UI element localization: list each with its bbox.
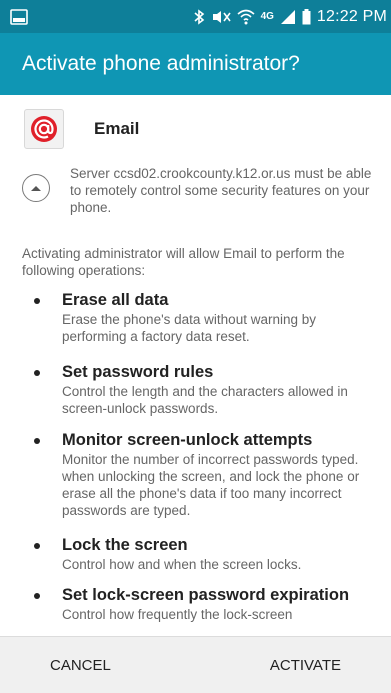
chevron-up-icon[interactable] <box>22 174 50 202</box>
mute-icon <box>211 9 231 25</box>
operation-item: Set password rules Control the length an… <box>34 363 370 417</box>
bullet-icon <box>34 298 40 304</box>
signal-icon <box>280 9 296 25</box>
app-name: Email <box>94 119 140 138</box>
operation-title: Monitor screen-unlock attempts <box>62 431 313 449</box>
operation-item: Lock the screen Control how and when the… <box>34 536 370 573</box>
operation-description: Control the length and the characters al… <box>62 384 348 416</box>
wifi-icon <box>237 9 255 25</box>
bluetooth-icon <box>193 8 205 25</box>
dialog-title-bar: Activate phone administrator? <box>0 33 391 95</box>
operation-title: Set lock-screen password expiration <box>62 586 350 604</box>
bullet-icon <box>34 593 40 599</box>
dialog-button-bar: CANCEL ACTIVATE <box>0 636 391 693</box>
status-time: 12:22 PM <box>316 7 387 25</box>
operation-item: Set lock-screen password expiration Cont… <box>34 586 370 623</box>
status-bar: 4G 12:22 PM <box>0 0 391 33</box>
activate-button[interactable]: ACTIVATE <box>196 637 391 693</box>
operation-item: Monitor screen-unlock attempts Monitor t… <box>34 431 370 519</box>
bullet-icon <box>34 543 40 549</box>
bullet-icon <box>34 438 40 444</box>
app-row: Email <box>24 109 139 149</box>
operation-item: Erase all data Erase the phone's data wi… <box>34 291 370 345</box>
operation-description: Control how and when the screen locks. <box>62 557 302 572</box>
operation-title: Erase all data <box>62 291 169 309</box>
gallery-notification-icon <box>10 8 28 25</box>
lte-icon: 4G <box>260 11 274 22</box>
intro-text: Activating administrator will allow Emai… <box>22 246 345 278</box>
operation-description: Control how frequently the lock-screen <box>62 607 293 622</box>
server-notice: Server ccsd02.crookcounty.k12.or.us must… <box>22 165 372 216</box>
dialog-title: Activate phone administrator? <box>22 52 300 75</box>
status-bar-right: 4G 12:22 PM <box>193 8 387 26</box>
operation-description: Erase the phone's data without warning b… <box>62 312 316 344</box>
admin-permissions-content[interactable]: Email Server ccsd02.crookcounty.k12.or.u… <box>0 95 391 636</box>
bullet-icon <box>34 370 40 376</box>
operation-title: Lock the screen <box>62 536 188 554</box>
battery-icon <box>302 8 311 25</box>
server-notice-text: Server ccsd02.crookcounty.k12.or.us must… <box>70 166 372 215</box>
status-bar-left <box>10 8 28 25</box>
operation-description: Monitor the number of incorrect password… <box>62 452 360 518</box>
email-at-icon <box>24 109 64 149</box>
operation-title: Set password rules <box>62 363 214 381</box>
cancel-button[interactable]: CANCEL <box>0 637 196 693</box>
